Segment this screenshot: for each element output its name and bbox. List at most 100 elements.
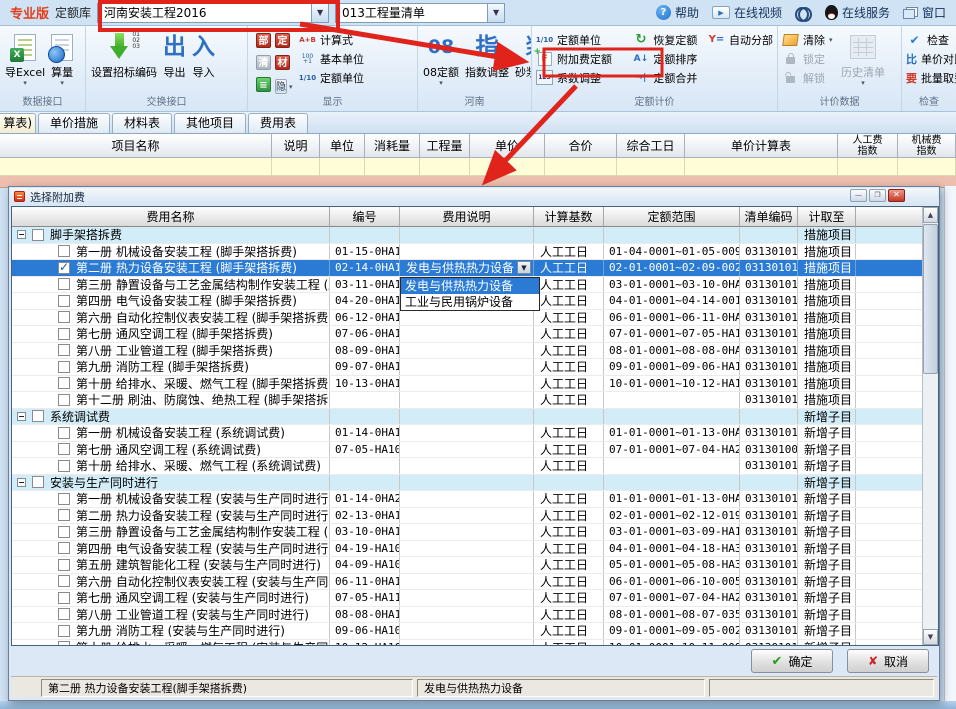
vertical-scrollbar[interactable] — [922, 207, 938, 645]
restore-quota-button[interactable]: 恢复定额 — [630, 30, 706, 49]
auto-section-button[interactable]: 自动分部 — [706, 30, 775, 49]
toggle-section-button[interactable]: 部 — [256, 33, 271, 48]
dialog-title-bar[interactable]: 选择附加费 — [10, 188, 938, 205]
fee-row[interactable]: 第一册 机械设备安装工程 (脚手架搭拆费)01-15-0HA1人工工日01-04… — [12, 244, 924, 261]
row-checkbox[interactable] — [58, 262, 70, 274]
tab-budget-sheet[interactable]: 算表) — [0, 113, 36, 133]
collapse-icon[interactable] — [17, 412, 26, 421]
lock-button[interactable]: 锁定 — [780, 49, 838, 68]
fee-row[interactable]: 第二册 热力设备安装工程 (安装与生产同时进行)02-13-0HA1人工工日02… — [12, 508, 924, 525]
collapse-icon[interactable] — [17, 478, 26, 487]
grid-column-header[interactable]: 综合工日 — [617, 134, 685, 158]
dropdown-button[interactable] — [517, 261, 531, 274]
export-button[interactable]: 出导出 — [160, 29, 189, 96]
grid-column-header[interactable]: 单价计算表 — [685, 134, 838, 158]
chevron-down-icon[interactable] — [487, 4, 504, 22]
fee-row[interactable]: 第八册 工业管道工程 (安装与生产同时进行)08-08-0HA1人工工日08-0… — [12, 607, 924, 624]
export-excel-button[interactable]: 导Excel▾ — [2, 29, 48, 96]
row-checkbox[interactable] — [58, 592, 70, 604]
list-view-button[interactable] — [256, 77, 271, 92]
hide-button[interactable]: 隐▾ — [275, 77, 291, 96]
fee-column-header[interactable]: 定额范围 — [604, 207, 740, 227]
quota-library-select[interactable]: 河南安装工程2016 — [97, 3, 329, 23]
fee-row[interactable]: 第四册 电气设备安装工程 (安装与生产同时进行)04-19-HA10人工工日04… — [12, 541, 924, 558]
fee-row[interactable]: 第五册 建筑智能化工程 (安装与生产同时进行)04-09-HA10人工工日05-… — [12, 557, 924, 574]
fee-column-header[interactable]: 清单编码 — [740, 207, 798, 227]
row-checkbox[interactable] — [58, 295, 70, 307]
toggle-material-button[interactable]: 材 — [275, 55, 290, 70]
batch-fee-button[interactable]: 要批量取费 — [904, 68, 956, 87]
window-button[interactable]: 窗口 — [903, 4, 946, 21]
search-button[interactable] — [795, 7, 812, 18]
collapse-icon[interactable] — [17, 230, 26, 239]
row-checkbox[interactable] — [58, 608, 70, 620]
combo-option[interactable]: 工业与民用锅炉设备 — [401, 294, 539, 310]
fee-row[interactable]: 第二册 热力设备安装工程 (脚手架搭拆费)02-14-0HA1发电与供热热力设备… — [12, 260, 924, 277]
row-checkbox[interactable] — [58, 641, 70, 645]
check-button[interactable]: 检查 — [904, 30, 956, 49]
coefficient-adjust-button[interactable]: 系数调整 — [534, 68, 630, 87]
grid-column-header[interactable]: 机械费指数 — [898, 134, 956, 158]
quantity-calc-button[interactable]: 算量▾ — [48, 29, 76, 96]
fee-group-row[interactable]: 系统调试费新增子目 — [12, 409, 924, 426]
tab-other-items[interactable]: 其他项目 — [174, 113, 246, 133]
tab-fee-table[interactable]: 费用表 — [248, 113, 308, 133]
group-checkbox[interactable] — [32, 229, 44, 241]
fee-row[interactable]: 第三册 静置设备与工艺金属结构制作安装工程 (安装与03-10-0HA1人工工日… — [12, 524, 924, 541]
row-checkbox[interactable] — [58, 361, 70, 373]
row-checkbox[interactable] — [58, 526, 70, 538]
fee-row[interactable]: 第八册 工业管道工程 (脚手架搭拆费)08-09-0HA1人工工日08-01-0… — [12, 343, 924, 360]
fee-row[interactable]: 第六册 自动化控制仪表安装工程 (安装与生产同时进行06-11-0HA1人工工日… — [12, 574, 924, 591]
fee-column-header[interactable]: 费用说明 — [400, 207, 534, 227]
row-checkbox[interactable] — [58, 245, 70, 257]
mortar-convert-button[interactable]: 浆砂浆换算 — [512, 29, 532, 96]
fee-row[interactable]: 第九册 消防工程 (脚手架搭拆费)09-07-0HA1人工工日09-01-000… — [12, 359, 924, 376]
row-checkbox[interactable] — [58, 509, 70, 521]
row-checkbox[interactable] — [58, 311, 70, 323]
fee-column-header[interactable]: 计算基数 — [534, 207, 604, 227]
row-checkbox[interactable] — [58, 328, 70, 340]
online-service-button[interactable]: 在线服务 — [825, 4, 890, 21]
grid-column-header[interactable]: 工程量 — [420, 134, 470, 158]
main-grid-empty-row[interactable] — [0, 158, 956, 176]
scroll-up-icon[interactable] — [923, 207, 938, 223]
grid-column-header[interactable]: 人工费指数 — [838, 134, 898, 158]
cancel-button[interactable]: 取消 — [847, 649, 929, 673]
combo-option[interactable]: 发电与供热热力设备 — [401, 278, 539, 294]
group-checkbox[interactable] — [32, 476, 44, 488]
fee-row[interactable]: 第十二册 刷油、防腐蚀、绝热工程 (脚手架搭拆费)人工工日031301017措施… — [12, 392, 924, 409]
grid-column-header[interactable]: 单价 — [470, 134, 545, 158]
fee-row[interactable]: 第七册 通风空调工程 (系统调试费)07-05-HA10人工工日07-01-00… — [12, 442, 924, 459]
quota-unit-button-2[interactable]: 定额单位 — [534, 30, 630, 49]
help-button[interactable]: 帮助 — [656, 4, 699, 21]
row-checkbox[interactable] — [58, 278, 70, 290]
row-checkbox[interactable] — [58, 427, 70, 439]
grid-column-header[interactable]: 项目名称 — [0, 134, 272, 158]
fee-row[interactable]: 第七册 通风空调工程 (安装与生产同时进行)07-05-HA11人工工日07-0… — [12, 590, 924, 607]
surcharge-quota-button[interactable]: 附加费定额 — [534, 49, 630, 68]
online-video-button[interactable]: 在线视频 — [712, 4, 782, 21]
close-button[interactable] — [888, 189, 905, 202]
history-list-button[interactable]: 历史清单▾ — [838, 29, 888, 96]
tab-unit-price-measures[interactable]: 单价措施 — [38, 113, 110, 133]
fee-row[interactable]: 第一册 机械设备安装工程 (系统调试费)01-14-0HA1人工工日01-01-… — [12, 425, 924, 442]
grid-column-header[interactable]: 说明 — [272, 134, 320, 158]
row-checkbox[interactable] — [58, 542, 70, 554]
quota-unit-button[interactable]: 定额单位 — [297, 68, 366, 87]
row-checkbox[interactable] — [58, 344, 70, 356]
grid-column-header[interactable]: 单位 — [320, 134, 365, 158]
grid-column-header[interactable]: 消耗量 — [365, 134, 420, 158]
price-compare-button[interactable]: 比单价对比 — [904, 49, 956, 68]
sort-quota-button[interactable]: 定额排序 — [630, 49, 706, 68]
scroll-down-icon[interactable] — [923, 629, 938, 645]
scrollbar-thumb[interactable] — [923, 224, 938, 374]
set-bid-code-button[interactable]: 设置招标编码 — [88, 29, 160, 96]
fee-row[interactable]: 第十册 给排水、采暖、燃气工程 (系统调试费)人工工日031301018新增子目 — [12, 458, 924, 475]
fee-row[interactable]: 第十册 给排水、采暖、燃气工程 (安装与生产同时进行10-12-HA10人工工日… — [12, 640, 924, 646]
fee-column-header[interactable]: 编号 — [330, 207, 400, 227]
row-checkbox[interactable] — [58, 625, 70, 637]
fee-column-header[interactable]: 费用名称 — [12, 207, 330, 227]
tab-material-list[interactable]: 材料表 — [112, 113, 172, 133]
fee-row[interactable]: 第九册 消防工程 (安装与生产同时进行)09-06-HA10人工工日09-01-… — [12, 623, 924, 640]
group-checkbox[interactable] — [32, 410, 44, 422]
